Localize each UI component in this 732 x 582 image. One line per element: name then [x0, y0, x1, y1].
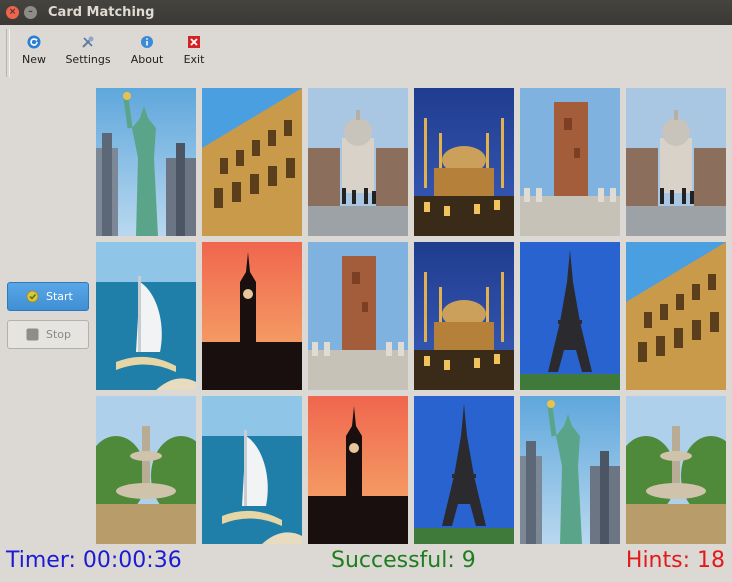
start-icon [26, 290, 39, 303]
stop-button[interactable]: Stop [7, 320, 89, 349]
card-st-pauls-cathedral[interactable] [308, 88, 408, 236]
st-pauls-cathedral-image [308, 88, 408, 236]
card-eiffel-tower[interactable] [414, 396, 514, 544]
blue-mosque-image [414, 88, 514, 236]
big-ben-image [202, 242, 302, 390]
colosseum-image [202, 88, 302, 236]
card-hassan-tower[interactable] [308, 242, 408, 390]
stop-label: Stop [46, 328, 72, 341]
burj-al-arab-image [96, 242, 196, 390]
card-burj-al-arab[interactable] [96, 242, 196, 390]
card-colosseum[interactable] [626, 242, 726, 390]
statue-of-liberty-image [520, 396, 620, 544]
blue-mosque-image [414, 242, 514, 390]
start-label: Start [46, 290, 73, 303]
card-big-ben[interactable] [308, 396, 408, 544]
card-hassan-tower[interactable] [520, 88, 620, 236]
hints-count: Hints: 18 [625, 548, 725, 573]
card-eiffel-tower[interactable] [520, 242, 620, 390]
colosseum-image [626, 242, 726, 390]
about-button[interactable]: About [126, 35, 168, 66]
info-icon [141, 36, 153, 48]
big-ben-image [308, 396, 408, 544]
hassan-tower-image [308, 242, 408, 390]
card-blue-mosque[interactable] [414, 88, 514, 236]
settings-label: Settings [65, 53, 111, 66]
st-pauls-cathedral-image [626, 88, 726, 236]
minimize-window-button[interactable]: – [24, 6, 37, 19]
fountain-image [96, 396, 196, 544]
close-window-button[interactable]: × [6, 6, 19, 19]
card-statue-of-liberty[interactable] [96, 88, 196, 236]
stop-icon [26, 328, 39, 341]
eiffel-tower-image [414, 396, 514, 544]
eiffel-tower-image [520, 242, 620, 390]
successful-count: Successful: 9 [331, 548, 476, 573]
card-burj-al-arab[interactable] [202, 396, 302, 544]
exit-label: Exit [183, 53, 205, 66]
refresh-icon [27, 35, 41, 49]
new-label: New [22, 53, 46, 66]
title-bar: × – Card Matching [0, 0, 732, 25]
timer-label: Timer: 00:00:36 [6, 548, 182, 573]
card-colosseum[interactable] [202, 88, 302, 236]
card-st-pauls-cathedral[interactable] [626, 88, 726, 236]
about-label: About [130, 53, 164, 66]
exit-button[interactable]: Exit [180, 35, 208, 66]
card-fountain[interactable] [626, 396, 726, 544]
fountain-image [626, 396, 726, 544]
toolbar: New Settings About Exit [0, 25, 732, 81]
card-statue-of-liberty[interactable] [520, 396, 620, 544]
burj-al-arab-image [202, 396, 302, 544]
statue-of-liberty-image [96, 88, 196, 236]
new-button[interactable]: New [20, 35, 48, 66]
start-button[interactable]: Start [7, 282, 89, 311]
settings-button[interactable]: Settings [62, 35, 114, 66]
card-blue-mosque[interactable] [414, 242, 514, 390]
card-big-ben[interactable] [202, 242, 302, 390]
window-title: Card Matching [48, 5, 155, 20]
hassan-tower-image [520, 88, 620, 236]
exit-icon [188, 36, 200, 48]
toolbar-grip[interactable] [6, 29, 10, 77]
tools-icon [82, 36, 94, 48]
card-fountain[interactable] [96, 396, 196, 544]
